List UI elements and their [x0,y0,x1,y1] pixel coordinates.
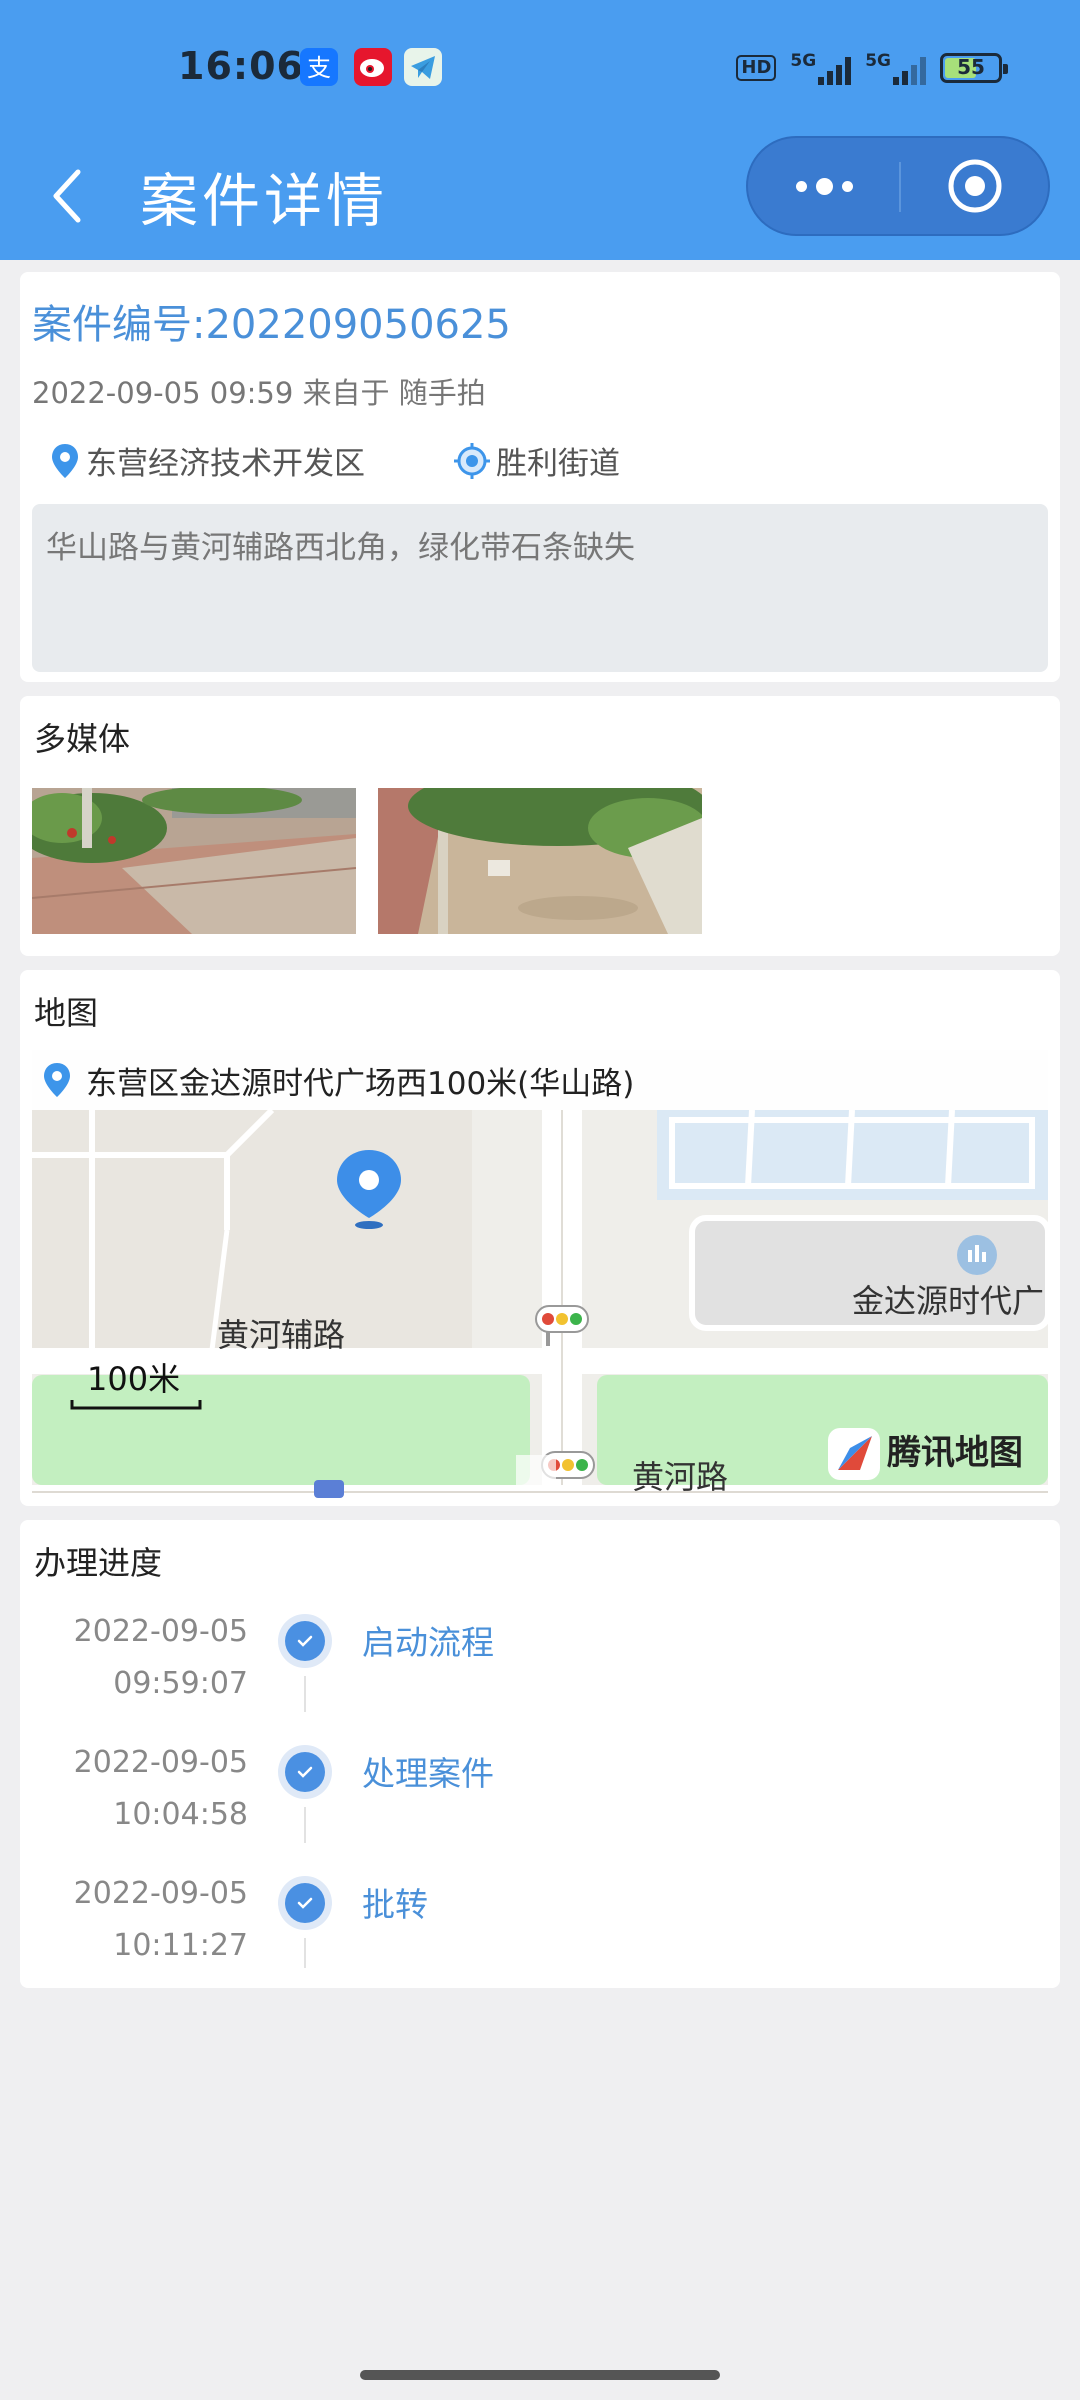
street-label: 胜利街道 [496,446,620,482]
more-button[interactable] [748,138,900,234]
case-description: 华山路与黄河辅路西北角，绿化带石条缺失 [32,504,1048,672]
map-label-road2: 黄河路 [632,1458,728,1496]
alipay-icon: 支 [300,48,338,86]
check-circle-icon [278,1745,332,1799]
district-tag: 东营经济技术开发区 [50,438,365,483]
timeline-connector [304,1807,306,1843]
map-view[interactable]: 东营区金达源时代广场西100米(华山路) 黄河辅路 黄河路 金达源时代广 100… [32,1050,1048,1498]
more-dots-icon [795,177,853,195]
timeline-item: 2022-09-05 09:59:07 启动流程 [20,1606,1060,1736]
chevron-left-icon [53,169,81,223]
timeline-step-label[interactable]: 启动流程 [362,1616,494,1664]
timeline-date: 2022-09-05 [73,1876,248,1911]
timeline-time: 10:11:27 [113,1928,248,1963]
map-card: 地图 东营区金达源时代广场西100米(华山路) 黄河辅路 黄河路 金达源时代广 … [20,970,1060,1506]
timeline-connector [304,1676,306,1712]
location-pin-icon [52,443,78,478]
timeline-time: 09:59:07 [113,1666,248,1701]
map-label-poi: 金达源时代广 [852,1282,1044,1320]
signal-bars-icon [893,57,926,85]
hd-badge: HD [736,55,777,81]
timeline-time: 10:04:58 [113,1797,248,1832]
network-label-1: 5G [790,51,817,71]
timeline-step-label[interactable]: 处理案件 [362,1747,494,1795]
case-number: 案件编号:202209050625 [32,302,511,348]
map-brand: 腾讯地图 [887,1433,1023,1473]
back-button[interactable] [38,156,98,236]
timeline-date: 2022-09-05 [73,1614,248,1649]
battery-percent: 55 [957,55,985,79]
street-tag: 胜利街道 [454,438,620,483]
locate-target-icon [454,442,490,479]
close-button[interactable] [900,138,1050,234]
media-card: 多媒体 [20,696,1060,956]
map-canvas: 黄河辅路 黄河路 金达源时代广 100米 腾讯地图 [32,1050,1048,1498]
title-bar: 案件详情 [0,132,1080,260]
progress-title: 办理进度 [34,1544,163,1582]
svg-text:支: 支 [307,54,331,82]
timeline-datetime: 2022-09-05 09:59:07 [74,1606,248,1710]
map-address-bar: 东营区金达源时代广场西100米(华山路) [32,1050,1048,1110]
timeline-item: 2022-09-05 10:04:58 处理案件 [20,1737,1060,1867]
check-circle-icon [278,1614,332,1668]
case-meta: 2022-09-05 09:59 来自于 随手拍 [32,376,486,410]
media-title: 多媒体 [34,720,131,758]
timeline-item: 2022-09-05 10:11:27 批转 [20,1868,1060,1998]
telegram-icon [404,48,442,86]
progress-card: 办理进度 2022-09-05 09:59:07 启动流程 2022-09-05… [20,1520,1060,1988]
signal-2: 5G [865,51,926,85]
battery-icon: 55 [940,53,1008,83]
timeline-datetime: 2022-09-05 10:11:27 [74,1868,248,1972]
map-scale-label: 100米 [87,1360,180,1398]
status-time: 16:06 [178,44,304,88]
timeline-date: 2022-09-05 [73,1745,248,1780]
case-info-card: 案件编号:202209050625 2022-09-05 09:59 来自于 随… [20,272,1060,682]
weibo-icon [354,48,392,86]
map-title: 地图 [34,994,99,1032]
map-address: 东营区金达源时代广场西100米(华山路) [86,1065,635,1102]
map-label-road1: 黄河辅路 [217,1316,345,1354]
status-bar: 16:06 支 HD 5G 5G 55 [0,0,1080,132]
media-photo-1[interactable] [32,788,356,934]
page-title: 案件详情 [140,167,389,235]
signal-1: 5G [790,51,852,85]
home-indicator[interactable] [360,2370,720,2380]
target-close-icon [948,159,1002,213]
timeline-connector [304,1938,306,1968]
miniprogram-capsule [746,136,1050,236]
network-label-2: 5G [865,51,891,71]
location-pin-icon [44,1063,70,1097]
timeline-step-label[interactable]: 批转 [362,1878,428,1926]
timeline-datetime: 2022-09-05 10:04:58 [74,1737,248,1841]
district-label: 东营经济技术开发区 [86,446,365,482]
signal-bars-icon [818,57,852,85]
check-circle-icon [278,1876,332,1930]
status-icons: HD 5G 5G 55 [736,50,1008,86]
media-photo-2[interactable] [378,788,702,934]
